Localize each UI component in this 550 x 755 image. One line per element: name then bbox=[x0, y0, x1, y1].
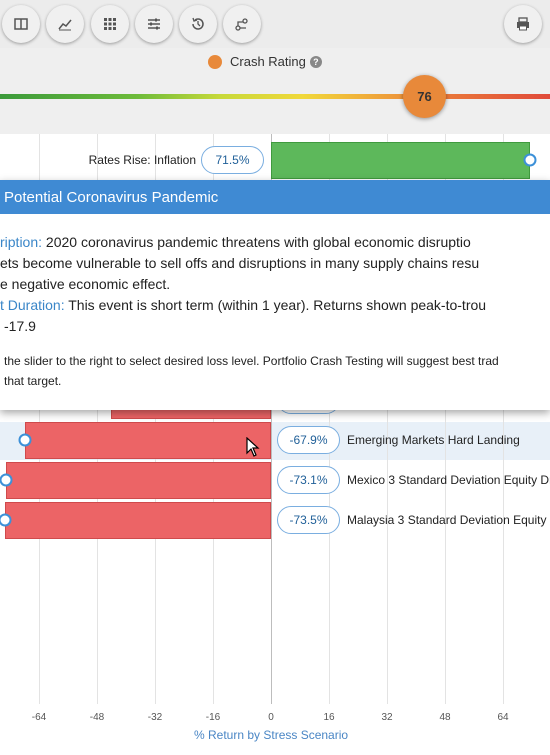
scenario-bar bbox=[271, 142, 531, 179]
line-chart-icon[interactable] bbox=[46, 5, 84, 43]
crash-rating-slider-track[interactable] bbox=[0, 94, 550, 99]
toolbar bbox=[0, 0, 550, 48]
share-icon[interactable] bbox=[223, 5, 261, 43]
mouse-cursor-icon bbox=[246, 436, 260, 462]
description-key: ription: bbox=[0, 234, 43, 250]
description-line-2: ets become vulnerable to sell offs and d… bbox=[0, 255, 480, 271]
crash-rating-slider-knob[interactable]: 76 bbox=[403, 75, 446, 118]
popup-body: ription: 2020 coronavirus pandemic threa… bbox=[0, 214, 550, 410]
x-tick-label: 48 bbox=[439, 712, 451, 723]
x-tick-label: -32 bbox=[147, 712, 163, 723]
x-tick-label: -64 bbox=[31, 712, 47, 723]
bar-drag-handle[interactable] bbox=[18, 433, 32, 447]
scenario-value-pill[interactable]: -73.1% bbox=[277, 466, 340, 494]
scenario-label[interactable]: Emerging Markets Hard Landing bbox=[347, 433, 520, 447]
popup-title: Potential Coronavirus Pandemic bbox=[0, 180, 550, 214]
bar-drag-handle[interactable] bbox=[0, 473, 13, 487]
scenario-bar bbox=[4, 502, 271, 539]
x-axis-title: % Return by Stress Scenario bbox=[194, 728, 349, 742]
crash-rating-label: Crash Rating bbox=[230, 54, 306, 69]
scenario-bar bbox=[24, 422, 271, 459]
x-tick-label: 16 bbox=[323, 712, 335, 723]
x-tick-label: -16 bbox=[205, 712, 221, 723]
panel-icon[interactable] bbox=[2, 5, 40, 43]
scenario-label[interactable]: Malaysia 3 Standard Deviation Equity D bbox=[347, 513, 550, 527]
crash-rating-panel: Crash Rating ? 76 bbox=[0, 48, 550, 134]
duration-value: -17.9 bbox=[4, 318, 36, 334]
scenario-value-pill[interactable]: 71.5% bbox=[201, 146, 264, 174]
hint-line-2: that target. bbox=[4, 374, 62, 388]
scenario-label[interactable]: Mexico 3 Standard Deviation Equity Dr bbox=[347, 473, 550, 487]
description-line-3: e negative economic effect. bbox=[0, 276, 171, 292]
x-tick-label: -48 bbox=[89, 712, 105, 723]
x-tick-label: 32 bbox=[381, 712, 393, 723]
duration-text: This event is short term (within 1 year)… bbox=[68, 297, 487, 313]
bar-drag-handle[interactable] bbox=[523, 153, 537, 167]
rating-dot-icon bbox=[208, 54, 222, 69]
scenario-value-pill[interactable]: -73.5% bbox=[277, 506, 340, 534]
description-line-1: ription: 2020 coronavirus pandemic threa… bbox=[0, 234, 471, 250]
description-text-1: 2020 coronavirus pandemic threatens with… bbox=[45, 234, 471, 250]
help-icon[interactable]: ? bbox=[309, 55, 322, 68]
duration-line: t Duration: This event is short term (wi… bbox=[0, 297, 486, 313]
sliders-icon[interactable] bbox=[135, 5, 173, 43]
crash-rating-legend: Crash Rating ? bbox=[208, 54, 322, 69]
scenario-bar bbox=[6, 462, 271, 499]
x-tick-label: 64 bbox=[497, 712, 509, 723]
duration-key: t Duration: bbox=[0, 297, 65, 313]
grid-icon[interactable] bbox=[91, 5, 129, 43]
scenario-label[interactable]: Rates Rise: Inflation bbox=[89, 153, 196, 167]
hint-line-1: the slider to the right to select desire… bbox=[4, 354, 499, 368]
history-icon[interactable] bbox=[179, 5, 217, 43]
x-tick-label: 0 bbox=[268, 712, 274, 723]
print-icon[interactable] bbox=[504, 5, 542, 43]
scenario-value-pill[interactable]: -67.9% bbox=[277, 426, 340, 454]
scenario-detail-popup: Potential Coronavirus Pandemic ription: … bbox=[0, 180, 550, 410]
